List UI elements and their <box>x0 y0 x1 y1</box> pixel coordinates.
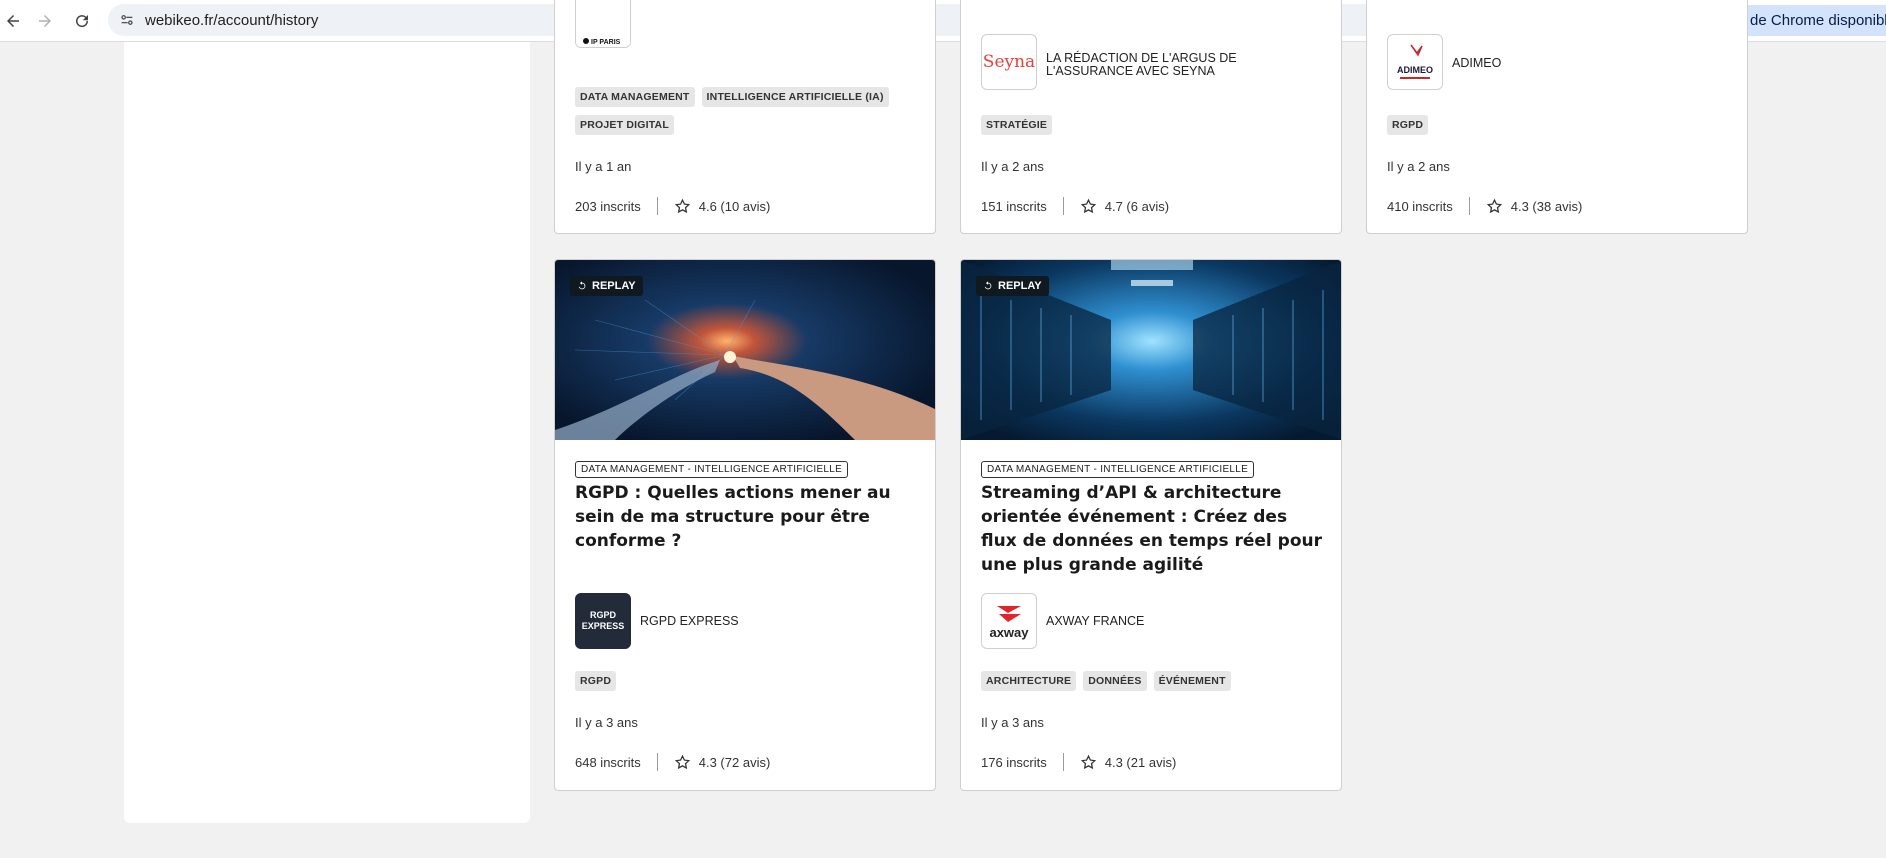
org-logo: ADIMEO <box>1387 34 1443 90</box>
registrations-count: 648 inscrits <box>575 754 641 770</box>
tag[interactable]: ARCHITECTURE <box>981 671 1077 691</box>
tag-list: PROJET DIGITAL <box>575 115 681 135</box>
card-stats: 203 inscrits 4.6 (10 avis) <box>575 197 770 215</box>
back-icon[interactable] <box>0 8 26 34</box>
site-info-icon[interactable] <box>118 11 136 29</box>
stats-divider <box>656 753 658 771</box>
rating-text: 4.7 (6 avis) <box>1104 198 1170 214</box>
webinar-card[interactable]: Seyna LA RÉDACTION DE L'ARGUS DE L'ASSUR… <box>960 0 1342 234</box>
star-icon <box>674 198 690 213</box>
tag-list: RGPD <box>1387 115 1435 135</box>
org-logo-text: RGPD EXPRESS <box>581 610 625 631</box>
org-name[interactable]: LA RÉDACTION DE L'ARGUS DE L'ASSURANCE A… <box>1046 52 1326 78</box>
stats-divider <box>1062 753 1064 771</box>
registrations-count: 176 inscrits <box>981 754 1047 770</box>
published-time: Il y a 3 ans <box>981 715 1044 730</box>
webinar-card[interactable]: REPLAY DATA MANAGEMENT - INTELLIGENCE AR… <box>554 259 936 791</box>
org-logo-text: Seyna <box>982 52 1036 72</box>
star-icon <box>1486 198 1502 213</box>
webinar-title[interactable]: Streaming d’API & architecture orientée … <box>981 481 1326 577</box>
org-logo-text: axway <box>989 624 1029 640</box>
webinar-card[interactable]: REPLAY DATA MANAGEMENT - INTELLIGENCE AR… <box>960 259 1342 791</box>
org-name[interactable]: AXWAY FRANCE <box>1046 615 1144 628</box>
star-icon <box>1080 198 1096 213</box>
tag[interactable]: DATA MANAGEMENT <box>575 87 695 107</box>
account-sidebar <box>124 42 530 823</box>
org-logo: axway <box>981 593 1037 649</box>
tag-list: DATA MANAGEMENT INTELLIGENCE ARTIFICIELLE… <box>575 87 896 107</box>
stats-divider <box>656 197 658 215</box>
card-stats: 176 inscrits 4.3 (21 avis) <box>981 753 1176 771</box>
org-name[interactable]: ADIMEO <box>1452 57 1501 70</box>
tag[interactable]: RGPD <box>1387 115 1429 135</box>
replay-badge: REPLAY <box>570 276 643 296</box>
webinar-card[interactable]: IP PARIS DATA MANAGEMENT INTELLIGENCE ART… <box>554 0 936 234</box>
registrations-count: 151 inscrits <box>981 198 1047 214</box>
category-label: DATA MANAGEMENT - INTELLIGENCE ARTIFICIE… <box>575 461 849 478</box>
star-icon <box>1080 754 1096 769</box>
url-text[interactable]: webikeo.fr/account/history <box>145 12 318 29</box>
axway-mark-icon <box>997 605 1021 622</box>
webinar-title[interactable]: RGPD : Quelles actions mener au sein de … <box>575 481 920 553</box>
stats-divider <box>1468 197 1470 215</box>
org-logo-text: IP PARIS <box>591 39 621 46</box>
category-label: DATA MANAGEMENT - INTELLIGENCE ARTIFICIE… <box>981 461 1255 478</box>
tag[interactable]: PROJET DIGITAL <box>575 115 674 135</box>
rating-text: 4.3 (72 avis) <box>698 754 771 770</box>
org-logo: Seyna <box>981 34 1037 90</box>
replay-badge-label: REPLAY <box>998 280 1042 292</box>
registrations-count: 410 inscrits <box>1387 198 1453 214</box>
rating-text: 4.3 (38 avis) <box>1510 198 1583 214</box>
tag-list: RGPD <box>575 671 623 691</box>
card-stats: 410 inscrits 4.3 (38 avis) <box>1387 197 1582 215</box>
org-logo-text: ADIMEO <box>1397 65 1433 75</box>
replay-icon <box>984 281 992 290</box>
card-stats: 648 inscrits 4.3 (72 avis) <box>575 753 770 771</box>
card-stats: 151 inscrits 4.7 (6 avis) <box>981 197 1169 215</box>
tag-list: STRATÉGIE <box>981 115 1059 135</box>
org-logo: IP PARIS <box>575 0 631 48</box>
published-time: Il y a 2 ans <box>1387 159 1450 174</box>
org-name[interactable]: RGPD EXPRESS <box>640 615 739 628</box>
webinar-thumbnail[interactable]: REPLAY <box>961 260 1341 440</box>
published-time: Il y a 1 an <box>575 159 632 174</box>
rating-text: 4.6 (10 avis) <box>698 198 771 214</box>
webinar-thumbnail[interactable]: REPLAY <box>555 260 935 440</box>
tag[interactable]: INTELLIGENCE ARTIFICIELLE (IA) <box>701 87 889 107</box>
stats-divider <box>1062 197 1064 215</box>
tag[interactable]: STRATÉGIE <box>981 115 1053 135</box>
forward-icon[interactable] <box>32 8 58 34</box>
replay-badge-label: REPLAY <box>592 280 636 292</box>
registrations-count: 203 inscrits <box>575 198 641 214</box>
star-icon <box>674 754 690 769</box>
org-logo: RGPD EXPRESS <box>575 593 631 649</box>
published-time: Il y a 2 ans <box>981 159 1044 174</box>
reload-icon[interactable] <box>69 8 95 34</box>
rating-text: 4.3 (21 avis) <box>1104 754 1177 770</box>
published-time: Il y a 3 ans <box>575 715 638 730</box>
replay-badge: REPLAY <box>976 276 1049 296</box>
tag[interactable]: RGPD <box>575 671 617 691</box>
replay-icon <box>578 281 586 290</box>
tag-list: ARCHITECTURE DONNÉES ÉVÉNEMENT <box>981 671 1238 691</box>
webinar-card[interactable]: ADIMEO ADIMEO RGPD Il y a 2 ans 410 insc… <box>1366 0 1748 234</box>
tag[interactable]: DONNÉES <box>1083 671 1147 691</box>
tag[interactable]: ÉVÉNEMENT <box>1153 671 1231 691</box>
